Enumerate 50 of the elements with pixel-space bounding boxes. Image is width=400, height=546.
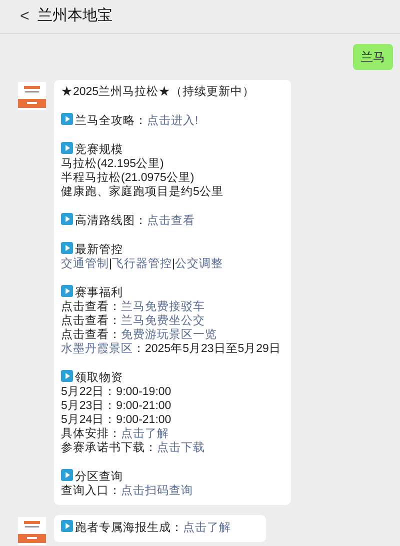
link[interactable]: 点击扫码查询 — [121, 485, 193, 497]
message-text: ★2025兰州马拉松★（持续更新中） — [61, 86, 255, 98]
link[interactable]: 公交调整 — [175, 258, 223, 270]
play-icon — [61, 469, 73, 481]
message-text: 领取物资 — [75, 372, 123, 384]
message-text: 具体安排： — [61, 428, 121, 440]
link[interactable]: 免费游玩景区一览 — [121, 329, 217, 341]
link[interactable]: 飞行器管控 — [112, 258, 172, 270]
message-text: 5月24日：9:00-21:00 — [61, 414, 172, 426]
chat-title: 兰州本地宝 — [37, 6, 112, 26]
message-text: ：2025年5月23日至5月29日 — [133, 343, 281, 355]
message-text: 兰马全攻略： — [75, 115, 147, 127]
link[interactable]: 兰马免费接驳车 — [121, 301, 205, 313]
message-text: 最新管控 — [75, 244, 123, 256]
message-text: 半程马拉松(21.0975公里) — [61, 172, 194, 184]
link[interactable]: 交通管制 — [61, 258, 109, 270]
message-text: 高清路线图： — [75, 215, 147, 227]
play-icon — [61, 142, 73, 154]
link[interactable]: 兰马免费坐公交 — [121, 315, 205, 327]
message-text: 赛事福利 — [75, 287, 123, 299]
play-icon — [61, 520, 73, 532]
logo-icon — [18, 82, 46, 110]
message-text: | — [109, 258, 112, 270]
message-text: 5月23日：9:00-21:00 — [61, 400, 172, 412]
message-text: 参赛承诺书下载： — [61, 442, 157, 454]
link[interactable]: 水墨丹霞景区 — [61, 343, 133, 355]
link[interactable]: 点击了解 — [183, 522, 231, 534]
message-text: 点击查看： — [61, 329, 121, 341]
back-button[interactable]: < — [20, 8, 30, 24]
link[interactable]: 点击下载 — [157, 442, 205, 454]
message-text: 查询入口： — [61, 485, 121, 497]
message-text: 点击查看： — [61, 301, 121, 313]
message-text: | — [172, 258, 175, 270]
play-icon — [61, 113, 73, 125]
message-text: 分区查询 — [75, 471, 123, 483]
link[interactable]: 点击了解 — [121, 428, 169, 440]
message-text: 兰马 — [361, 50, 385, 64]
play-icon — [61, 213, 73, 225]
message-text: 健康跑、家庭跑项目是约5公里 — [61, 186, 224, 198]
link[interactable]: 点击查看 — [147, 215, 195, 227]
message-text: 点击查看： — [61, 315, 121, 327]
message-text: 跑者专属海报生成： — [75, 522, 183, 534]
logo-icon — [18, 517, 46, 545]
message-text: 竞赛规模 — [75, 144, 123, 156]
message-text: 马拉松(42.195公里) — [61, 158, 164, 170]
message-text: 5月22日：9:00-19:00 — [61, 386, 172, 398]
play-icon — [61, 285, 73, 297]
link[interactable]: 点击进入! — [147, 115, 198, 127]
play-icon — [61, 242, 73, 254]
play-icon — [61, 370, 73, 382]
